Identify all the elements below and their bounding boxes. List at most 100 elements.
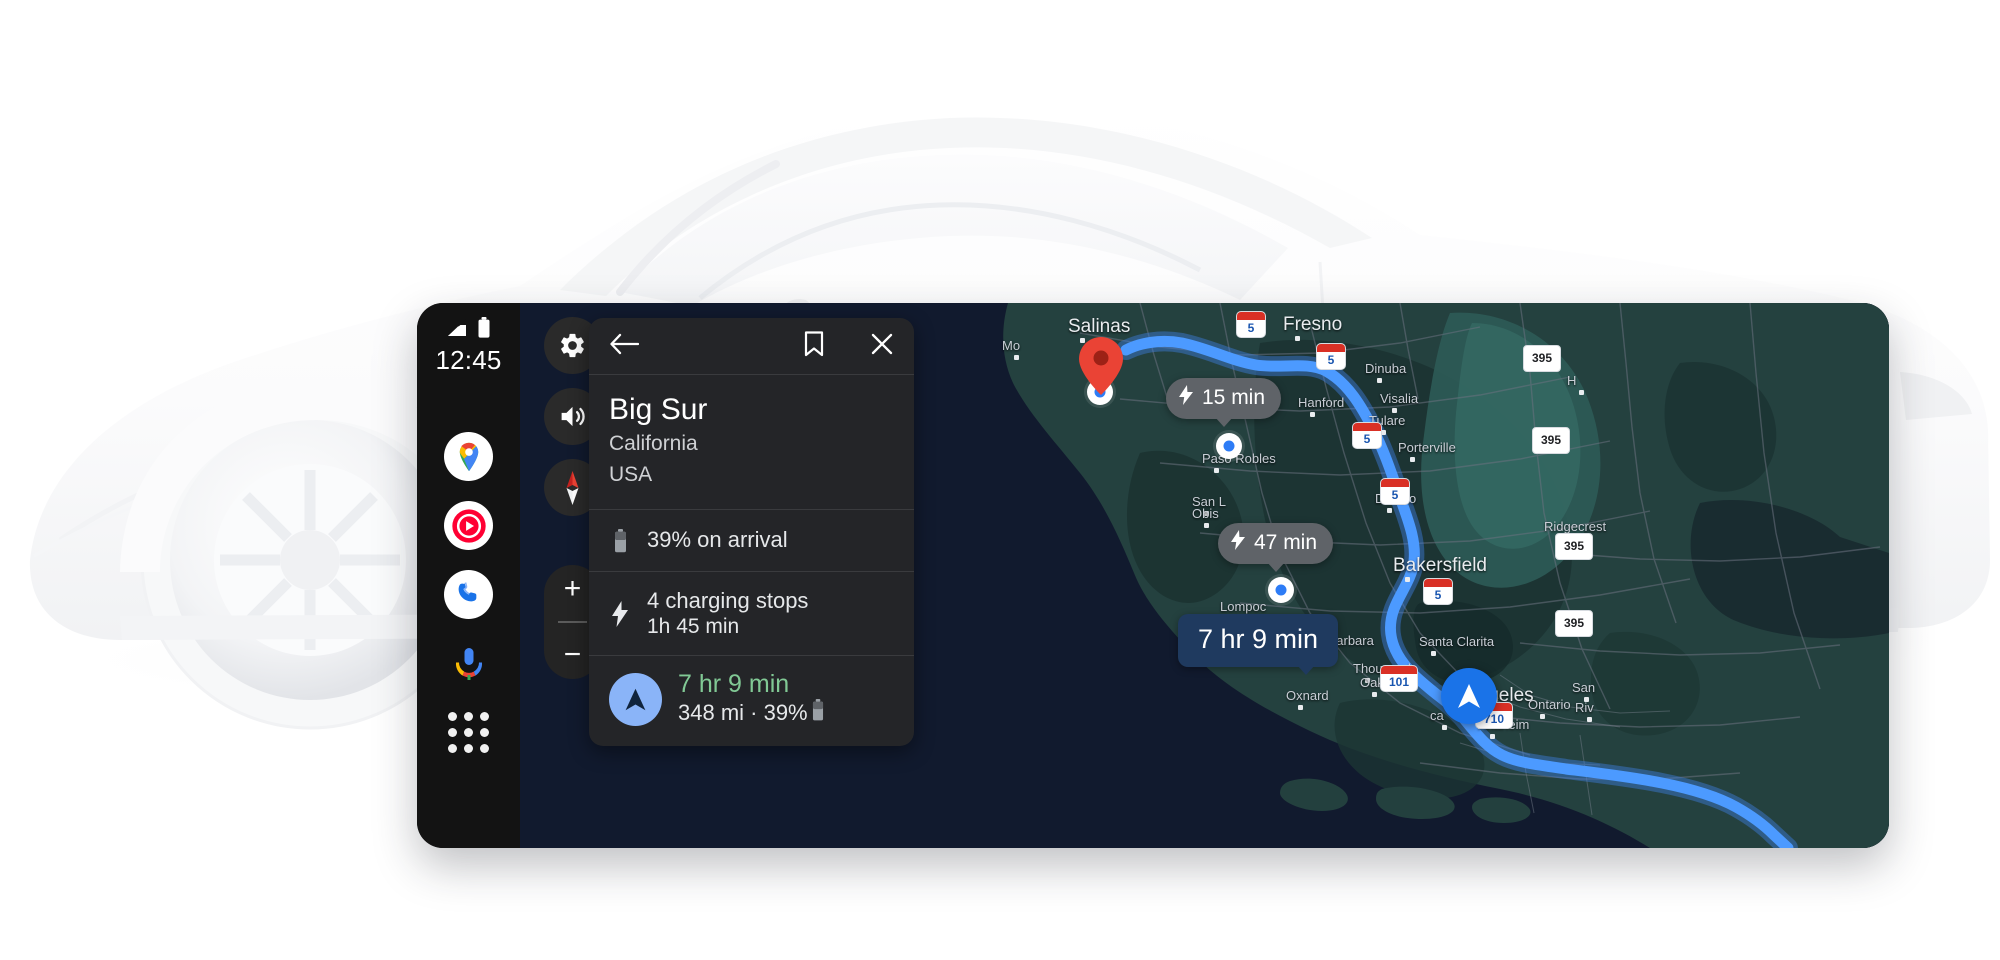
map-place-dot (1405, 577, 1410, 582)
destination-pin[interactable] (1079, 337, 1123, 400)
shield-number: 5 (1434, 588, 1442, 602)
highway-shield-icon: 5 (1423, 578, 1453, 605)
charging-stop-chip-2-label: 47 min (1254, 531, 1318, 554)
start-navigation-row[interactable]: 7 hr 9 min 348 mi · 39% (589, 656, 914, 746)
map-place-label: Lompoc (1220, 599, 1267, 614)
start-navigation-button[interactable] (609, 672, 662, 726)
app-icon-phone[interactable] (444, 570, 493, 619)
place-info-card: Big Sur California USA 39% on arrival 4 … (589, 318, 914, 747)
map-place-dot (1540, 714, 1545, 719)
grid-dots-icon (448, 712, 489, 753)
battery-icon (477, 317, 491, 343)
highway-shield-icon: 101 (1380, 665, 1418, 692)
battery-on-arrival-row: 39% on arrival (589, 510, 914, 573)
system-rail: 12:45 (417, 303, 520, 848)
map-place-dot (1214, 468, 1219, 473)
shield-number: 5 (1327, 353, 1335, 367)
map-place-dot (1295, 336, 1300, 341)
signal-bars-icon (446, 318, 470, 343)
highway-shield-icon: 5 (1316, 343, 1346, 370)
trip-distance-battery: 348 mi · 39% (678, 698, 824, 729)
map-place-label: Hanford (1298, 395, 1345, 410)
zoom-divider (558, 620, 587, 623)
shield-cap (1237, 312, 1265, 320)
bolt-icon (1231, 530, 1245, 556)
navigation-arrow-icon (625, 688, 646, 711)
trip-summary: 7 hr 9 min 348 mi · 39% (678, 670, 824, 728)
charging-stop-chip-2[interactable]: 47 min (1218, 523, 1334, 564)
map-place-dot (1410, 457, 1415, 462)
highway-shield-icon: 5 (1380, 478, 1410, 505)
map-place-label: Mo (1002, 338, 1021, 353)
highway-shield-icon: 395 (1523, 345, 1561, 372)
close-button[interactable] (870, 332, 894, 361)
bookmark-icon (804, 330, 824, 356)
charging-stop-chip-1-label: 15 min (1202, 386, 1266, 409)
app-icon-app-launcher[interactable] (444, 708, 493, 757)
app-shortcut-list (444, 432, 493, 757)
shield-number: 101 (1388, 675, 1410, 689)
map-place-label: Porterville (1398, 440, 1456, 455)
highway-shield-icon: 5 (1352, 422, 1382, 449)
map-place-dot (1442, 725, 1447, 730)
battery-on-arrival-text: 39% on arrival (647, 527, 788, 553)
back-arrow-icon (610, 333, 640, 354)
shield-cap (1317, 344, 1345, 352)
gear-icon (561, 333, 584, 358)
card-header (589, 318, 914, 375)
back-button[interactable] (609, 332, 640, 361)
trip-eta: 7 hr 9 min (678, 670, 790, 699)
shield-cap (1424, 579, 1452, 587)
route-eta-chip[interactable]: 7 hr 9 min (1178, 614, 1339, 667)
map-place-label: Oxnard (1286, 688, 1329, 703)
vehicle-location-puck[interactable] (1441, 668, 1497, 724)
map-place-label: Ontario (1528, 697, 1571, 712)
charging-stops-duration: 1h 45 min (647, 615, 740, 639)
place-country: USA (609, 462, 653, 486)
map-place-dot (1387, 508, 1392, 513)
close-icon (871, 333, 893, 354)
google-maps-surface[interactable]: Salinas Mo Fresno Dinuba Hanford Visalia Tular… (520, 303, 1889, 848)
map-place-label: Ridgecrest (1544, 519, 1607, 534)
app-icon-google-assistant[interactable] (444, 639, 493, 688)
map-place-label: H (1567, 373, 1577, 388)
highway-shield-icon: 395 (1555, 610, 1593, 637)
place-region: California (609, 431, 698, 455)
shield-number: 395 (1563, 539, 1585, 553)
shield-cap (1381, 666, 1417, 674)
shield-cap (1381, 479, 1409, 487)
map-place-label: Riv (1575, 700, 1594, 715)
charging-stops-row[interactable]: 4 charging stops 1h 45 min (589, 572, 914, 657)
map-place-dot (1490, 734, 1495, 739)
map-place-dot (1377, 378, 1382, 383)
shield-number: 5 (1363, 432, 1371, 446)
map-place-label: Obis (1192, 506, 1219, 521)
route-eta-chip-label: 7 hr 9 min (1198, 624, 1319, 654)
map-place-dot (1579, 390, 1584, 395)
map-place-label: Dinuba (1365, 361, 1407, 376)
screenshot-root: 12:45 Salinas Mo Fresno Dinuba Hanford V… (0, 0, 2000, 960)
charging-stop-dot-2 (1268, 577, 1294, 603)
highway-shield-icon: 5 (1236, 311, 1266, 338)
charging-stops-text: 4 charging stops (647, 588, 809, 614)
place-summary: Big Sur California USA (589, 375, 914, 511)
map-place-dot (1587, 717, 1592, 722)
bolt-icon (1179, 385, 1193, 411)
app-icon-youtube-music[interactable] (444, 501, 493, 550)
save-bookmark-button[interactable] (804, 330, 824, 362)
highway-shield-icon: 395 (1532, 427, 1570, 454)
map-place-label: Santa Clarita (1419, 634, 1495, 649)
map-place-label: Salinas (1068, 316, 1131, 337)
trip-distance-battery-text: 348 mi · 39% (678, 700, 808, 726)
status-bar: 12:45 (417, 317, 520, 376)
shield-cap (1353, 423, 1381, 431)
shield-number: 5 (1247, 321, 1255, 335)
battery-icon (812, 698, 824, 729)
map-place-label: Bakersfield (1393, 555, 1487, 576)
shield-number: 395 (1563, 616, 1585, 630)
charging-stop-chip-1[interactable]: 15 min (1166, 378, 1282, 419)
app-icon-google-maps[interactable] (444, 432, 493, 481)
shield-number: 395 (1540, 433, 1562, 447)
map-place-label: Visalia (1380, 391, 1419, 406)
map-place-dot (1372, 692, 1377, 697)
